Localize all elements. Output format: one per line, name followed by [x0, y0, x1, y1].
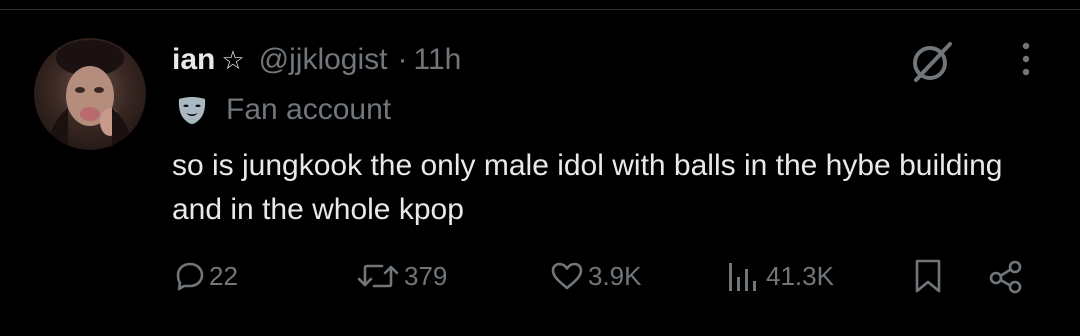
views-button[interactable]: 41.3K [726, 254, 834, 298]
reply-icon [176, 262, 204, 291]
separator-dot: · [397, 43, 408, 76]
repost-button[interactable]: 379 [356, 254, 447, 298]
reply-button[interactable]: 22 [175, 254, 238, 298]
repost-icon [357, 264, 399, 288]
like-count: 3.9K [588, 260, 642, 291]
like-button[interactable]: 3.9K [550, 254, 642, 298]
bookmark-button[interactable] [912, 254, 944, 298]
top-divider [0, 9, 1080, 10]
more-icon[interactable] [1006, 40, 1046, 80]
share-icon [989, 260, 1022, 294]
tweet-header: ian ☆ @jjklogist · 11h [172, 40, 461, 80]
views-count: 41.3K [766, 260, 834, 291]
repost-count: 379 [404, 260, 448, 291]
avatar[interactable] [34, 38, 146, 150]
bookmark-icon [915, 259, 941, 293]
heart-icon [551, 262, 583, 290]
author-handle[interactable]: @jjklogist [259, 43, 388, 77]
account-label[interactable]: Fan account [176, 90, 391, 130]
share-button[interactable] [986, 254, 1026, 298]
views-icon [729, 263, 756, 291]
tweet-text: so is jungkook the only male idol with b… [172, 149, 1003, 226]
star-icon: ☆ [221, 44, 245, 75]
mask-icon [178, 97, 206, 124]
timestamp[interactable]: 11h [414, 43, 462, 77]
author-name[interactable]: ian [172, 43, 215, 77]
account-label-text: Fan account [226, 93, 392, 126]
grok-icon[interactable] [908, 38, 956, 86]
reply-count: 22 [209, 260, 238, 291]
